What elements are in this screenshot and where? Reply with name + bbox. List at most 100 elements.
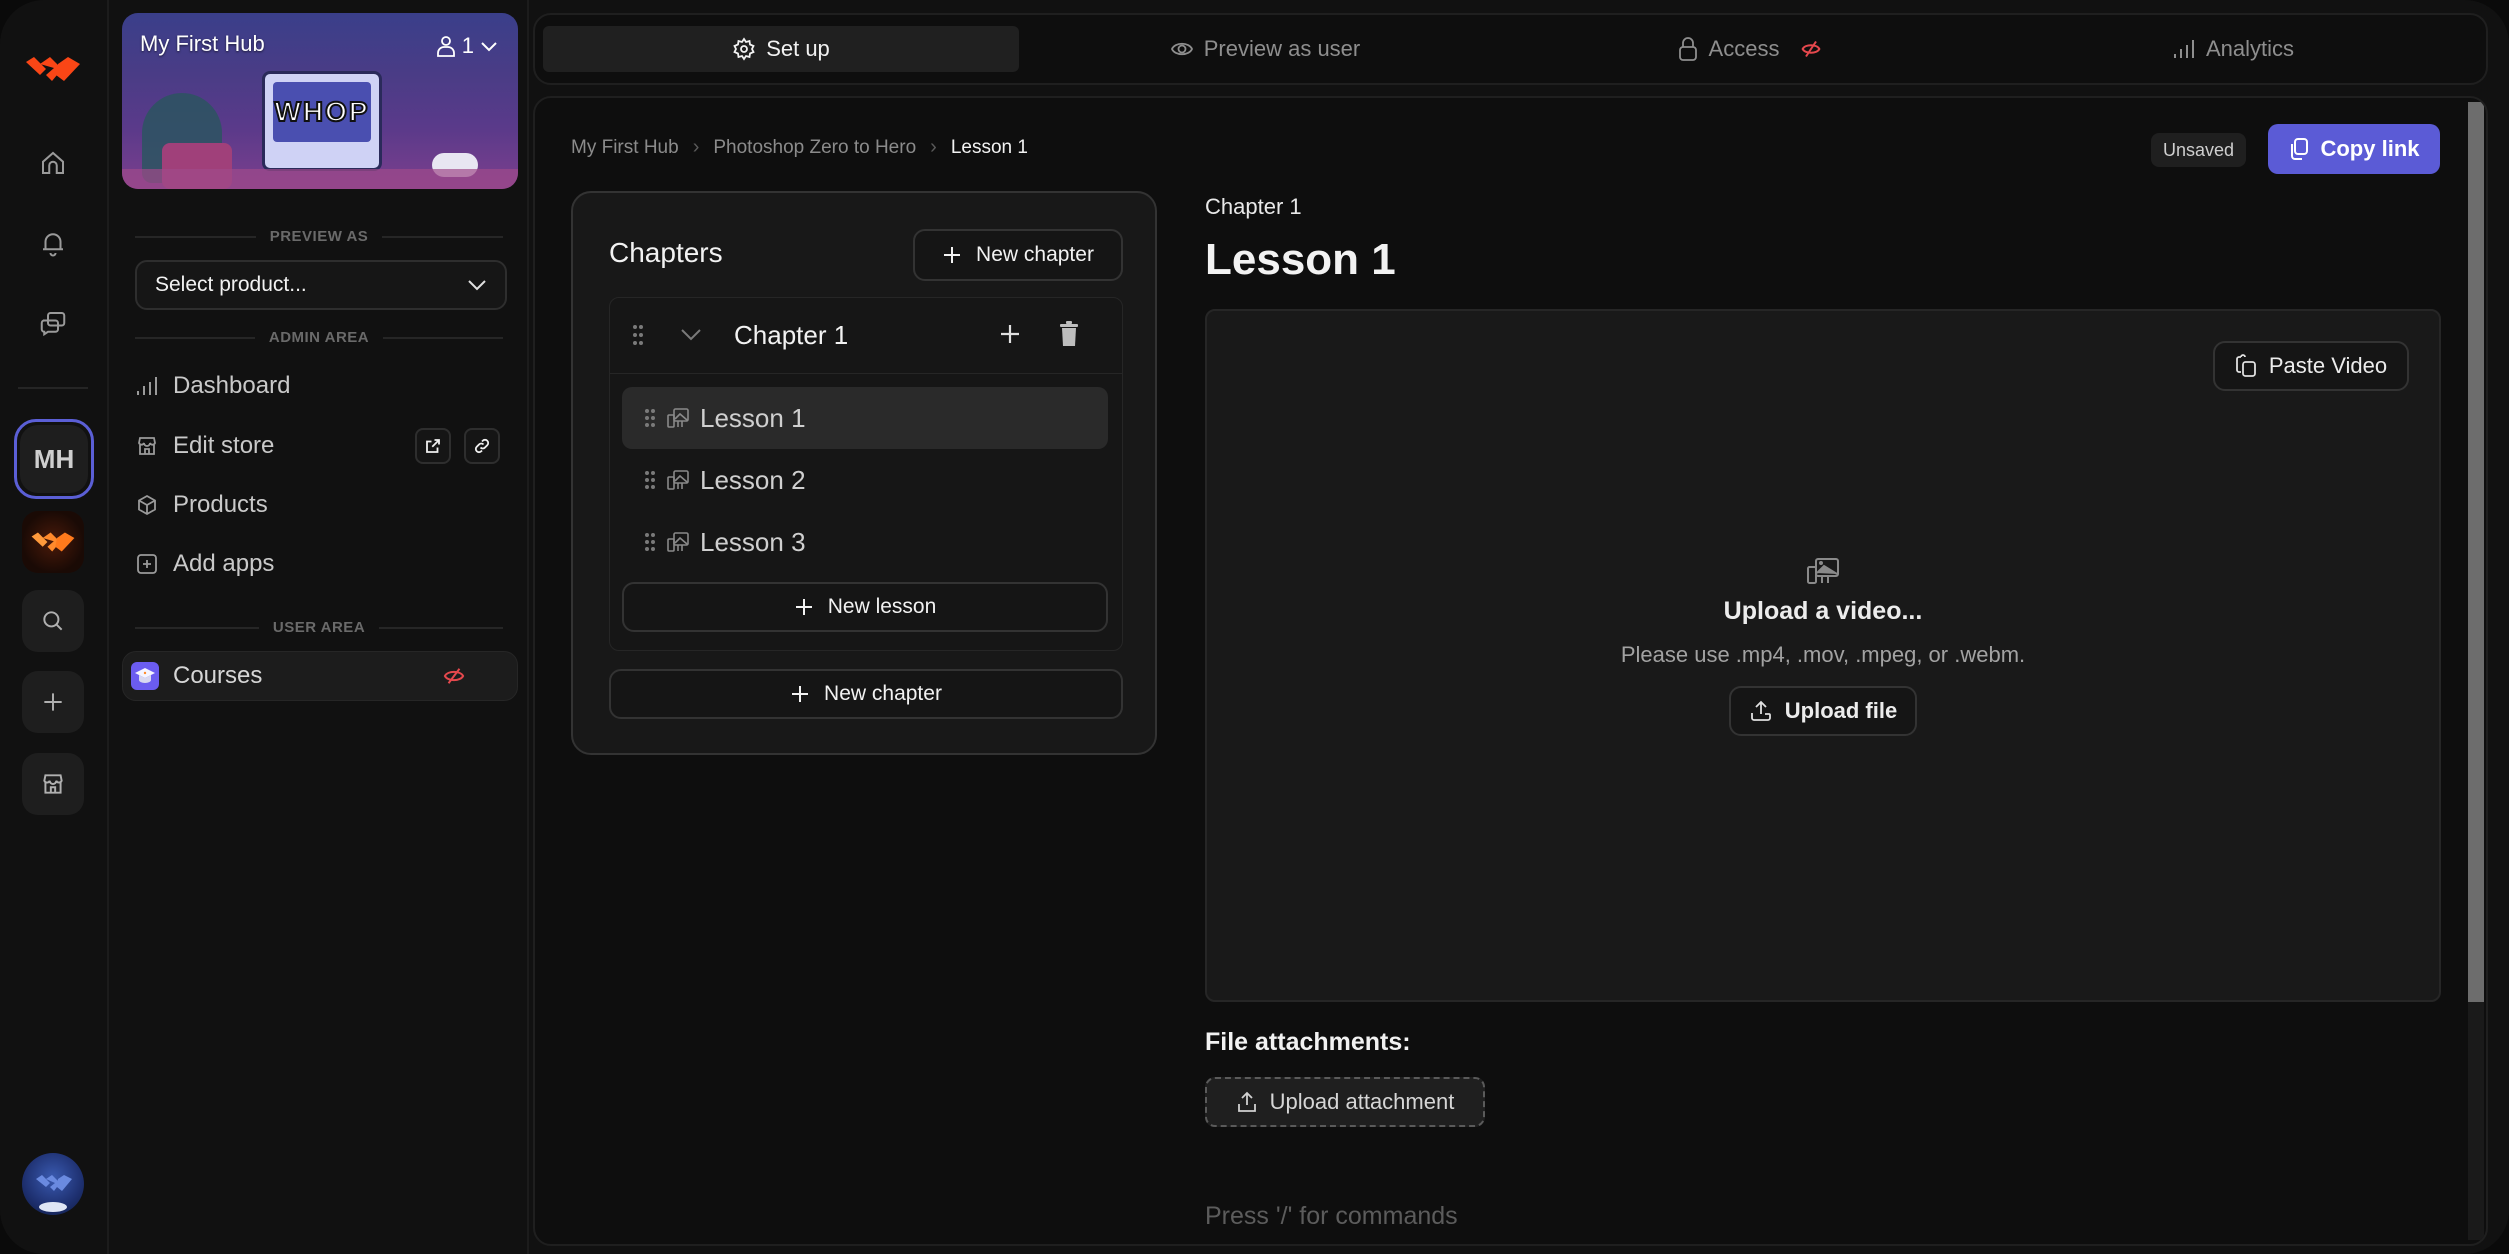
app-window: MH WHOP My First Hub 1 PREVIEW AS Select… — [0, 0, 2509, 1254]
gear-icon — [733, 37, 755, 61]
whop-logo[interactable] — [22, 38, 84, 100]
user-avatar[interactable] — [22, 1153, 84, 1215]
upload-file-label: Upload file — [1784, 698, 1898, 723]
bar-chart-icon — [135, 374, 159, 398]
paste-video-label: Paste Video — [2268, 353, 2388, 378]
lesson-chapter-label: Chapter 1 — [1205, 194, 1302, 219]
tab-preview-as-user[interactable]: Preview as user — [1027, 26, 1503, 72]
sidebar-item-courses[interactable]: Courses — [122, 651, 518, 701]
graduation-cap-icon — [131, 662, 159, 690]
rail-search[interactable] — [22, 590, 84, 652]
drag-handle-icon[interactable] — [632, 324, 644, 346]
breadcrumb-current: Lesson 1 — [950, 136, 1028, 158]
lesson-item[interactable]: Lesson 1 — [622, 387, 1108, 449]
new-chapter-label: New chapter — [824, 682, 942, 705]
breadcrumb-hub[interactable]: My First Hub — [571, 137, 679, 159]
chapter-header[interactable]: Chapter 1 — [610, 298, 1122, 374]
chapter-title: Chapter 1 — [734, 320, 849, 350]
banner-monitor: WHOP — [262, 71, 382, 171]
upload-hint: Please use .mp4, .mov, .mpeg, or .webm. — [1620, 642, 2026, 667]
file-attachments-label: File attachments: — [1205, 1028, 1411, 1056]
video-media-icon — [1807, 558, 1839, 584]
link-icon — [474, 438, 490, 454]
chevron-right-icon: › — [930, 136, 937, 158]
hub-title: My First Hub — [140, 31, 265, 56]
scrollbar-thumb[interactable] — [2468, 102, 2484, 1002]
user-area-text: USER AREA — [272, 619, 366, 636]
plus-icon — [792, 686, 809, 702]
preview-product-select[interactable]: Select product... — [135, 260, 507, 310]
chat-icon — [40, 312, 66, 337]
banner-screen-text: WHOP — [273, 82, 371, 142]
preview-as-label: PREVIEW AS — [135, 228, 503, 245]
box-icon — [135, 493, 159, 517]
copy-store-link-button[interactable] — [464, 428, 500, 464]
upload-icon — [1237, 1091, 1256, 1112]
upload-icon — [1750, 700, 1771, 721]
plus-icon — [795, 599, 812, 615]
video-upload-dropzone[interactable]: Paste Video Upload a video... Please use… — [1205, 309, 2441, 1002]
eye-off-icon — [1802, 40, 1821, 58]
drag-handle-icon[interactable] — [644, 470, 656, 490]
copy-icon — [2291, 138, 2309, 160]
breadcrumb: My First Hub › Photoshop Zero to Hero › … — [571, 136, 1028, 159]
external-link-icon — [426, 439, 440, 453]
admin-area-label: ADMIN AREA — [135, 329, 503, 346]
upload-file-button[interactable]: Upload file — [1729, 686, 1917, 736]
whop-app-icon — [31, 532, 75, 552]
editor-input[interactable]: Press '/' for commands — [1205, 1202, 1458, 1231]
tab-label: Access — [1708, 36, 1780, 61]
chevron-down-icon[interactable] — [680, 328, 702, 342]
rail-add[interactable] — [22, 671, 84, 733]
tab-access[interactable]: Access — [1511, 26, 1987, 72]
preview-as-text: PREVIEW AS — [269, 228, 369, 245]
sidebar-item-add-apps[interactable]: Add apps — [135, 542, 507, 586]
workspace-initials: MH — [20, 425, 88, 493]
sidebar-item-label: Courses — [173, 662, 263, 689]
add-lesson-icon[interactable] — [998, 322, 1022, 346]
copy-link-button[interactable]: Copy link — [2268, 124, 2440, 174]
plus-square-icon — [135, 552, 159, 576]
tab-label: Analytics — [2205, 36, 2295, 61]
lesson-label: Lesson 3 — [700, 526, 806, 557]
drag-handle-icon[interactable] — [644, 408, 656, 428]
hub-banner[interactable]: WHOP My First Hub 1 — [122, 13, 518, 189]
rail-whop-app[interactable] — [22, 511, 84, 573]
avatar-logo-icon — [36, 1175, 72, 1212]
lesson-label: Lesson 1 — [700, 402, 806, 433]
lesson-item[interactable]: Lesson 3 — [622, 511, 1108, 573]
user-icon — [436, 36, 455, 57]
search-icon — [43, 611, 63, 631]
clipboard-icon — [2235, 354, 2256, 377]
upload-title: Upload a video... — [1723, 597, 1923, 625]
sidebar-item-products[interactable]: Products — [135, 483, 507, 527]
new-chapter-bottom-button[interactable]: New chapter — [609, 669, 1123, 719]
sidebar-item-dashboard[interactable]: Dashboard — [135, 364, 507, 408]
lesson-title[interactable]: Lesson 1 — [1205, 235, 1396, 285]
paste-video-button[interactable]: Paste Video — [2213, 341, 2409, 391]
rail-home[interactable] — [22, 132, 84, 194]
new-chapter-button[interactable]: New chapter — [913, 229, 1123, 281]
copy-link-label: Copy link — [2320, 136, 2420, 161]
drag-handle-icon[interactable] — [644, 532, 656, 552]
hidden-status-icon — [443, 666, 465, 686]
lesson-item[interactable]: Lesson 2 — [622, 449, 1108, 511]
open-store-external-button[interactable] — [415, 428, 451, 464]
tab-set-up[interactable]: Set up — [543, 26, 1019, 72]
rail-notifications[interactable] — [22, 212, 84, 274]
new-lesson-button[interactable]: New lesson — [622, 582, 1108, 632]
user-area-label: USER AREA — [135, 619, 503, 636]
tab-analytics[interactable]: Analytics — [1995, 26, 2471, 72]
breadcrumb-course[interactable]: Photoshop Zero to Hero — [713, 137, 916, 159]
home-icon — [42, 151, 64, 174]
sidebar-item-edit-store[interactable]: Edit store — [135, 424, 507, 468]
rail-messages[interactable] — [22, 292, 84, 354]
rail-store[interactable] — [22, 753, 84, 815]
workspace-avatar[interactable]: MH — [14, 419, 94, 499]
tab-label: Set up — [766, 36, 830, 61]
rail-divider — [18, 387, 88, 389]
bar-chart-icon — [2173, 40, 2194, 58]
upload-attachment-button[interactable]: Upload attachment — [1205, 1077, 1485, 1127]
hub-members-dropdown[interactable]: 1 — [436, 33, 498, 59]
trash-icon[interactable] — [1058, 320, 1080, 348]
